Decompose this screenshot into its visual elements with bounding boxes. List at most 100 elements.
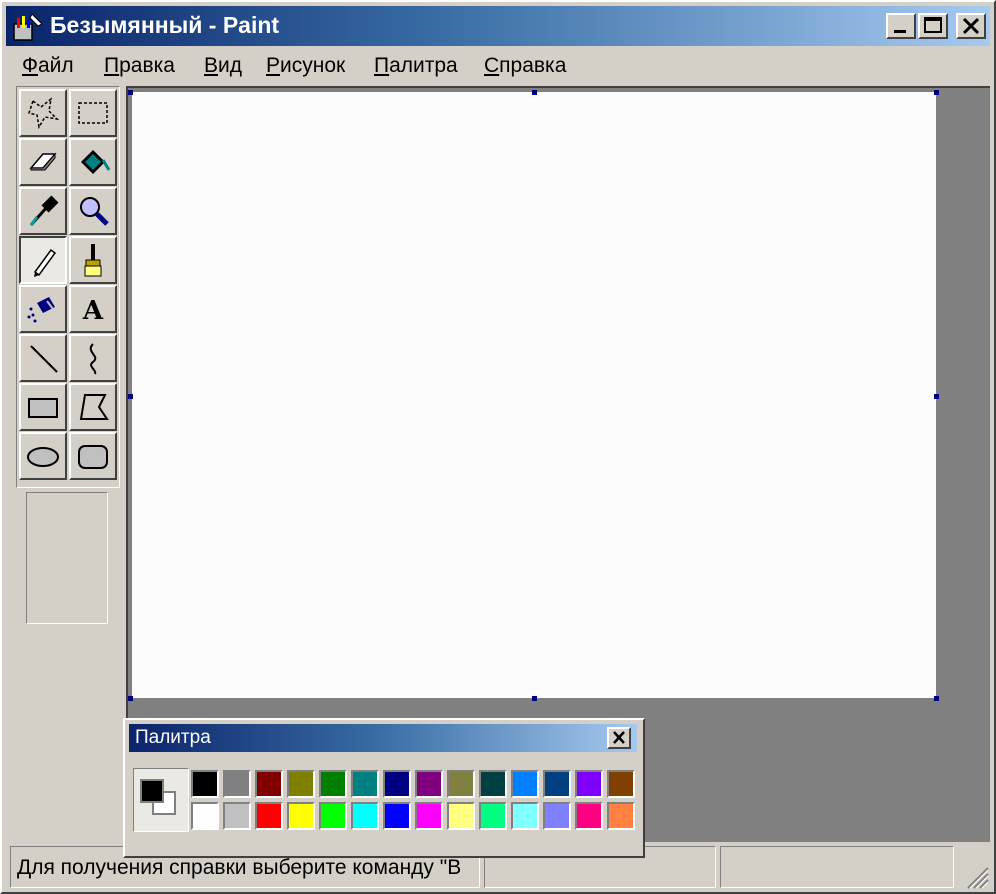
close-button[interactable] [956,13,986,39]
resize-handle [934,90,939,95]
menu-file[interactable]: Файл [22,54,74,78]
resize-handle [128,696,133,701]
color-swatch[interactable] [319,802,347,830]
menu-edit-label: равка [119,54,175,77]
menu-help-label: правка [499,54,567,77]
menu-bar: Файл Правка Вид Рисунок Палитра Справка [6,48,990,84]
color-swatch[interactable] [191,770,219,798]
polygon-icon [79,394,109,420]
color-swatch[interactable] [351,802,379,830]
color-swatch[interactable] [351,770,379,798]
resize-handle[interactable] [934,394,939,399]
maximize-icon [924,17,942,33]
color-swatches [191,770,639,834]
color-swatch[interactable] [575,770,603,798]
color-swatch[interactable] [383,770,411,798]
free-form-select-icon [28,97,60,130]
maximize-button[interactable] [918,13,948,39]
minimize-button[interactable] [886,13,916,39]
color-swatch[interactable] [191,802,219,830]
color-swatch[interactable] [223,802,251,830]
toolbox: A [16,86,120,488]
close-icon [613,731,625,744]
paint-app-icon[interactable] [12,10,44,42]
resize-handle[interactable] [934,696,939,701]
tool-text[interactable]: A [69,285,117,333]
color-swatch[interactable] [543,802,571,830]
text-tool-glyph: A [82,296,104,326]
tool-color-picker[interactable] [19,187,67,235]
resize-handle [128,90,133,95]
palette-title: Палитра [135,727,211,748]
airbrush-icon [27,297,55,323]
tool-magnifier[interactable] [69,187,117,235]
resize-handle [128,394,133,399]
rounded-rectangle-icon [78,445,108,469]
tool-ellipse[interactable] [19,432,67,480]
tool-fill[interactable] [69,138,117,186]
tool-rect-select[interactable] [69,89,117,137]
color-swatch[interactable] [447,802,475,830]
palette-close-button[interactable] [607,727,631,749]
menu-colors[interactable]: Палитра [374,54,458,78]
menu-edit-accel: П [104,54,120,77]
line-icon [30,345,58,373]
menu-help[interactable]: Справка [484,54,566,78]
fill-bucket-icon [81,150,111,174]
color-swatch[interactable] [447,770,475,798]
tool-eraser[interactable] [19,138,67,186]
color-swatch[interactable] [415,770,443,798]
color-swatch[interactable] [255,802,283,830]
color-swatch[interactable] [511,802,539,830]
tool-airbrush[interactable] [19,285,67,333]
tool-brush[interactable] [69,236,117,284]
tool-rounded-rectangle[interactable] [69,432,117,480]
resize-handle[interactable] [532,696,537,701]
color-swatch[interactable] [511,770,539,798]
color-swatch[interactable] [607,802,635,830]
menu-view[interactable]: Вид [204,54,242,78]
tool-curve[interactable] [69,334,117,382]
color-swatch[interactable] [319,770,347,798]
tool-polygon[interactable] [69,383,117,431]
menu-colors-label: алитра [389,54,458,77]
rect-select-icon [78,102,108,124]
tool-options-panel[interactable] [26,492,108,624]
color-swatch[interactable] [543,770,571,798]
paint-window: Безымянный - Paint Файл Правка Вид Рисун… [0,0,996,894]
tool-pencil[interactable] [19,236,67,284]
color-swatch[interactable] [479,802,507,830]
color-swatch[interactable] [287,802,315,830]
resize-grip-icon[interactable] [962,862,990,890]
pencil-icon [33,248,57,277]
menu-image-accel: Р [266,54,281,77]
color-swatch[interactable] [255,770,283,798]
close-icon [962,17,980,35]
color-swatch[interactable] [607,770,635,798]
tool-free-form-select[interactable] [19,89,67,137]
color-swatch[interactable] [479,770,507,798]
menu-file-accel: Ф [22,54,38,77]
menu-help-accel: С [484,54,500,77]
status-text: Для получения справки выберите команду "… [17,856,462,879]
tool-rectangle[interactable] [19,383,67,431]
menu-image[interactable]: Рисунок [266,54,345,78]
ellipse-icon [27,447,59,467]
tool-line[interactable] [19,334,67,382]
menu-image-label: исунок [280,54,346,77]
menu-edit[interactable]: Правка [104,54,175,78]
rectangle-icon [28,398,58,418]
foreground-color [140,779,164,803]
color-swatch[interactable] [415,802,443,830]
title-bar[interactable]: Безымянный - Paint [6,6,990,46]
color-swatch[interactable] [223,770,251,798]
drawing-canvas[interactable] [132,92,936,698]
brush-icon [84,244,102,277]
window-title: Безымянный - Paint [50,12,280,38]
color-swatch[interactable] [575,802,603,830]
palette-title-bar[interactable]: Палитра [129,724,637,752]
color-swatch[interactable] [287,770,315,798]
palette-window: Палитра [123,718,645,858]
color-swatch[interactable] [383,802,411,830]
minimize-icon [894,30,906,33]
